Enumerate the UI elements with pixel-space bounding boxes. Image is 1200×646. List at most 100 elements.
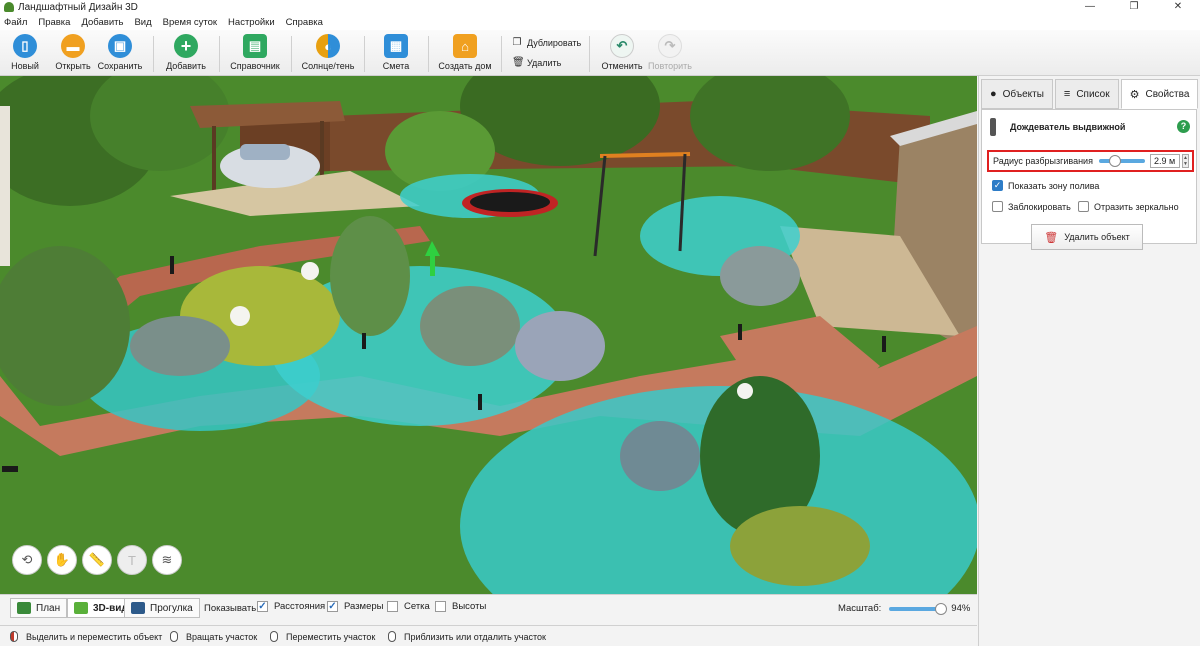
plan-icon	[17, 602, 31, 614]
sizes-checkbox[interactable]: ✓ Размеры	[327, 601, 383, 612]
checkbox-box[interactable]	[1078, 201, 1089, 212]
new-file-icon: ▯	[13, 34, 37, 58]
main-toolbar: ▯ Новый ▬ Открыть ▣ Сохранить + Добавить…	[0, 30, 1200, 76]
toolbar-separator	[589, 36, 590, 72]
zoom-label: Масштаб:	[838, 603, 882, 614]
zoom-control: Масштаб: 94%	[838, 602, 970, 615]
properties-panel: ● Объекты ≡ Список ⚙ Свойства Дождевател…	[978, 76, 1200, 646]
app-logo-icon	[4, 2, 14, 12]
view-bar: План 3D-вид Прогулка Показывать: ✓ Расст…	[0, 594, 977, 620]
menu-bar: Файл Правка Добавить Вид Время суток Нас…	[0, 14, 1200, 30]
redo-button[interactable]: ↷ Повторить	[646, 34, 694, 71]
layers-view-icon[interactable]: ≋	[152, 545, 182, 575]
title-bar: Ландшафтный Дизайн 3D — ❐ ✕	[0, 0, 1200, 14]
garden-scene[interactable]	[0, 76, 977, 594]
zoom-slider[interactable]	[889, 602, 948, 615]
delete-object-button[interactable]: 🗑 Удалить объект	[1031, 224, 1143, 250]
add-button[interactable]: + Добавить	[162, 34, 210, 71]
ruler-icon[interactable]: 📏	[82, 545, 112, 575]
hint-rotate: Вращать участок	[170, 631, 257, 642]
spray-radius-input[interactable]: 2.9 м	[1150, 154, 1180, 168]
house-icon: ⌂	[453, 34, 477, 58]
tab-list[interactable]: ≡ Список	[1054, 79, 1119, 109]
checkbox-box[interactable]	[992, 201, 1003, 212]
new-button[interactable]: ▯ Новый	[1, 34, 49, 71]
panel-tabs: ● Объекты ≡ Список ⚙ Свойства	[981, 79, 1200, 109]
duplicate-button[interactable]: ❐ Дублировать	[512, 37, 582, 49]
menu-time-of-day[interactable]: Время суток	[163, 17, 217, 28]
lock-checkbox[interactable]: Заблокировать	[992, 201, 1071, 212]
help-icon[interactable]: ?	[1177, 120, 1190, 133]
reference-button[interactable]: ▤ Справочник	[228, 34, 282, 71]
calculator-icon: ▦	[384, 34, 408, 58]
undo-button[interactable]: ↶ Отменить	[598, 34, 646, 71]
maximize-button[interactable]: ❐	[1112, 0, 1156, 14]
menu-help[interactable]: Справка	[286, 17, 323, 28]
checkbox-box[interactable]: ✓	[327, 601, 338, 612]
text-tool-icon[interactable]: T	[117, 545, 147, 575]
menu-file[interactable]: Файл	[4, 17, 27, 28]
trash-icon: 🗑	[1044, 231, 1059, 244]
checkbox-box[interactable]	[387, 601, 398, 612]
folder-icon: ▬	[61, 34, 85, 58]
checkbox-box[interactable]: ✓	[992, 180, 1003, 191]
heights-checkbox[interactable]: Высоты	[435, 601, 486, 612]
mouse-wheel-icon	[388, 631, 396, 642]
menu-add[interactable]: Добавить	[81, 17, 123, 28]
create-house-button[interactable]: ⌂ Создать дом	[437, 34, 493, 71]
sun-shade-button[interactable]: ◐ Солнце/тень	[300, 34, 356, 71]
sprinkler-icon	[990, 118, 996, 136]
minimize-button[interactable]: —	[1068, 0, 1112, 14]
undo-icon: ↶	[610, 34, 634, 58]
menu-edit[interactable]: Правка	[38, 17, 70, 28]
object-header: Дождеватель выдвижной ?	[990, 118, 1190, 136]
mouse-left-icon	[10, 631, 18, 642]
mirror-checkbox[interactable]: Отразить зеркально	[1078, 201, 1179, 212]
grid-checkbox[interactable]: Сетка	[387, 601, 430, 612]
menu-view[interactable]: Вид	[134, 17, 151, 28]
tab-properties[interactable]: ⚙ Свойства	[1120, 79, 1199, 109]
toolbar-separator	[291, 36, 292, 72]
hint-select-move: Выделить и переместить объект	[10, 631, 162, 642]
toolbar-separator	[501, 36, 502, 72]
slider-thumb[interactable]	[1108, 155, 1121, 167]
save-button[interactable]: ▣ Сохранить	[96, 34, 144, 71]
walking-person-icon	[131, 602, 145, 614]
tab-objects[interactable]: ● Объекты	[981, 79, 1053, 109]
mouse-icon	[170, 631, 178, 642]
3d-viewport[interactable]: ⟲ ✋ 📏 T ≋	[0, 76, 977, 594]
toolbar-separator	[364, 36, 365, 72]
status-bar: Выделить и переместить объект Вращать уч…	[0, 625, 977, 646]
rotate-view-icon[interactable]: ⟲	[12, 545, 42, 575]
layers-icon: ≡	[1063, 88, 1071, 100]
menu-settings[interactable]: Настройки	[228, 17, 275, 28]
spray-radius-label: Радиус разбрызгивания	[993, 156, 1093, 166]
distances-checkbox[interactable]: ✓ Расстояния	[257, 601, 325, 612]
toolbar-separator	[219, 36, 220, 72]
checkbox-box[interactable]: ✓	[257, 601, 268, 612]
book-icon: ▤	[243, 34, 267, 58]
toolbar-separator	[153, 36, 154, 72]
slider-thumb[interactable]	[935, 602, 948, 615]
checkbox-box[interactable]	[435, 601, 446, 612]
3d-icon	[74, 602, 88, 614]
show-zone-checkbox[interactable]: ✓ Показать зону полива	[992, 180, 1099, 191]
sun-icon: ◐	[316, 34, 340, 58]
spin-buttons[interactable]: ▲ ▼	[1182, 154, 1189, 168]
plan-view-button[interactable]: План	[10, 598, 68, 618]
window-title: Ландшафтный Дизайн 3D	[18, 1, 138, 13]
estimate-button[interactable]: ▦ Смета	[372, 34, 420, 71]
spray-radius-slider[interactable]	[1098, 155, 1145, 167]
close-button[interactable]: ✕	[1156, 0, 1200, 14]
floppy-icon: ▣	[108, 34, 132, 58]
hand-pan-icon[interactable]: ✋	[47, 545, 77, 575]
open-button[interactable]: ▬ Открыть	[49, 34, 97, 71]
copy-icon: ❐	[512, 37, 522, 48]
delete-button[interactable]: 🗑 Удалить	[512, 57, 561, 69]
gear-icon: ⚙	[1129, 88, 1140, 101]
spray-radius-row: Радиус разбрызгивания 2.9 м ▲ ▼	[987, 150, 1194, 172]
trash-icon: 🗑	[512, 57, 525, 68]
plus-icon: +	[174, 34, 198, 58]
walk-view-button[interactable]: Прогулка	[124, 598, 200, 618]
show-label: Показывать:	[204, 603, 259, 614]
